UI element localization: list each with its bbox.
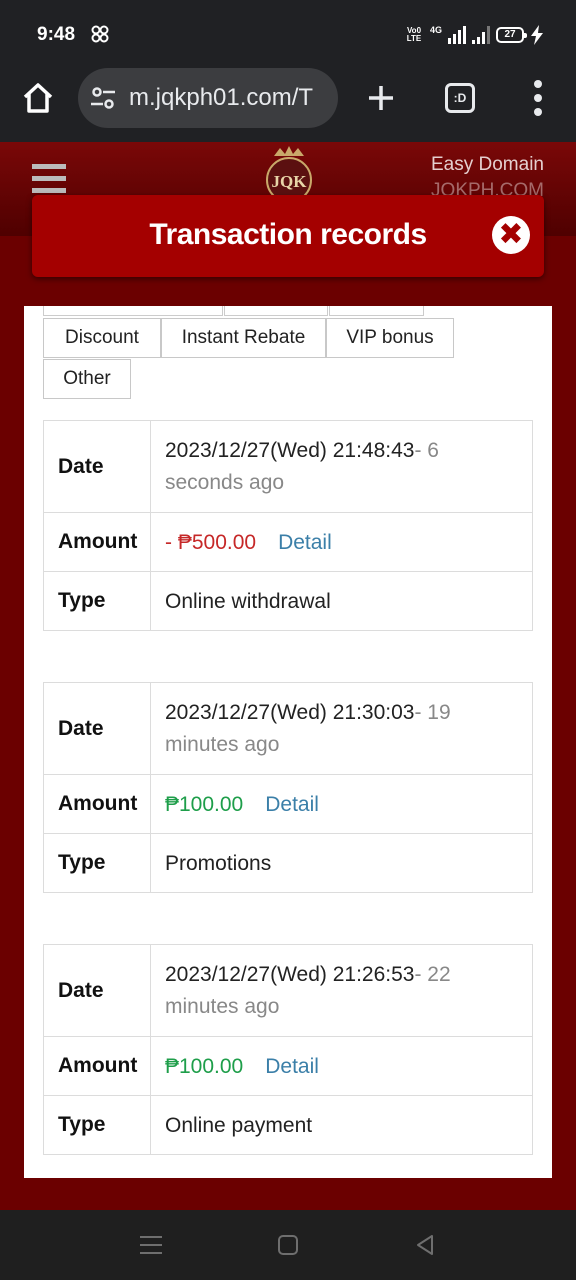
detail-link[interactable]: Detail: [265, 793, 319, 816]
date-row: Date 2023/12/27(Wed) 21:26:53- 22 minute…: [44, 945, 532, 1036]
plus-icon: [369, 86, 393, 110]
recents-icon[interactable]: [140, 1236, 162, 1254]
date-value: 2023/12/27(Wed) 21:48:43- 6 seconds ago: [165, 439, 439, 494]
battery-icon: 27: [496, 27, 527, 43]
tab-instant-rebate[interactable]: Instant Rebate: [161, 318, 326, 358]
amount-row: Amount ₱100.00 Detail: [44, 774, 532, 833]
amount-value: - ₱500.00 Detail: [151, 513, 532, 573]
web-page: JQK Easy Domain JQKPH.COM Transaction re…: [0, 142, 576, 1210]
tab-vip-bonus[interactable]: VIP bonus: [326, 318, 454, 358]
status-bar: 9:48 Vo0 LTE 4G 27: [0, 0, 576, 68]
tabs-button[interactable]: :D: [445, 83, 475, 113]
system-nav-bar: [0, 1210, 576, 1280]
tune-icon[interactable]: [90, 85, 116, 111]
amount-row: Amount ₱100.00 Detail: [44, 1036, 532, 1095]
volte-indicator: Vo0 LTE: [406, 26, 422, 43]
address-bar[interactable]: m.jqkph01.com/T: [78, 68, 338, 128]
new-tab-button[interactable]: [364, 78, 398, 118]
type-label: Type: [44, 834, 151, 892]
amount-label: Amount: [44, 1037, 151, 1095]
type-value: Promotions: [165, 852, 272, 875]
svg-text:JQK: JQK: [272, 172, 308, 191]
close-icon[interactable]: ✖: [492, 216, 530, 254]
transaction-record: Date 2023/12/27(Wed) 21:26:53- 22 minute…: [43, 944, 533, 1155]
signal-icon: [472, 26, 490, 44]
date-label: Date: [44, 945, 151, 1036]
network-type: 4G: [429, 25, 442, 35]
tab-other[interactable]: Other: [43, 359, 131, 399]
date-row: Date 2023/12/27(Wed) 21:30:03- 19 minute…: [44, 683, 532, 774]
date-value: 2023/12/27(Wed) 21:26:53- 22 minutes ago: [165, 963, 451, 1018]
browser-toolbar: m.jqkph01.com/T :D: [0, 68, 576, 142]
type-value: Online payment: [165, 1114, 313, 1137]
charging-icon: [531, 25, 543, 45]
amount-label: Amount: [44, 775, 151, 833]
amount: - ₱500.00: [165, 531, 257, 554]
modal-header: Transaction records ✖: [32, 195, 544, 277]
modal-title: Transaction records: [149, 218, 427, 251]
modal-body: Discount Instant Rebate VIP bonus Other …: [24, 306, 552, 1178]
tab-partial[interactable]: [329, 306, 424, 316]
amount: ₱100.00: [165, 793, 244, 816]
more-vert-icon[interactable]: [530, 80, 546, 116]
pinwheel-icon: [91, 25, 109, 43]
tab-partial[interactable]: [43, 306, 223, 316]
tab-discount[interactable]: Discount: [43, 318, 161, 358]
url-text[interactable]: m.jqkph01.com/T: [129, 84, 328, 112]
back-icon[interactable]: [414, 1234, 436, 1256]
hamburger-icon[interactable]: [32, 164, 66, 194]
status-time: 9:48: [37, 24, 76, 45]
date-label: Date: [44, 421, 151, 512]
tab-partial[interactable]: [224, 306, 328, 316]
type-label: Type: [44, 1096, 151, 1154]
type-row: Type Online payment: [44, 1095, 532, 1154]
status-indicators: Vo0 LTE 4G 27: [404, 24, 544, 46]
type-label: Type: [44, 572, 151, 630]
date-label: Date: [44, 683, 151, 774]
type-value: Online withdrawal: [165, 590, 331, 613]
tabs-icon: :D: [453, 91, 467, 105]
detail-link[interactable]: Detail: [265, 1055, 319, 1078]
amount-value: ₱100.00 Detail: [151, 1037, 532, 1097]
type-row: Type Promotions: [44, 833, 532, 892]
amount: ₱100.00: [165, 1055, 244, 1078]
transaction-record: Date 2023/12/27(Wed) 21:48:43- 6 seconds…: [43, 420, 533, 631]
home-nav-icon[interactable]: [278, 1235, 298, 1255]
amount-label: Amount: [44, 513, 151, 571]
transaction-record: Date 2023/12/27(Wed) 21:30:03- 19 minute…: [43, 682, 533, 893]
type-row: Type Online withdrawal: [44, 571, 532, 630]
date-value: 2023/12/27(Wed) 21:30:03- 19 minutes ago: [165, 701, 451, 756]
home-icon[interactable]: [20, 80, 56, 116]
amount-value: ₱100.00 Detail: [151, 775, 532, 835]
detail-link[interactable]: Detail: [278, 531, 332, 554]
signal-icon: [448, 26, 466, 44]
date-row: Date 2023/12/27(Wed) 21:48:43- 6 seconds…: [44, 421, 532, 512]
amount-row: Amount - ₱500.00 Detail: [44, 512, 532, 571]
